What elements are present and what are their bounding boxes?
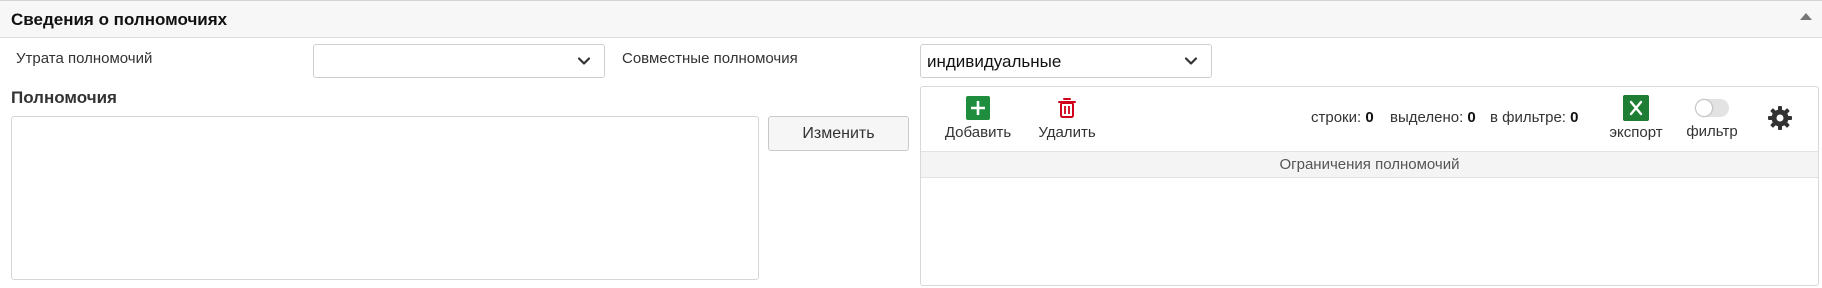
triangle-up-icon[interactable] <box>1800 13 1812 20</box>
rows-count: строки: 0 <box>1311 109 1374 126</box>
add-button[interactable]: Добавить <box>943 96 1013 141</box>
panel-header[interactable]: Сведения о полномочиях <box>0 0 1822 38</box>
filtered-value: 0 <box>1570 109 1579 126</box>
joint-powers-value: индивидуальные <box>927 52 1062 71</box>
excel-icon <box>1623 95 1649 121</box>
delete-button[interactable]: Удалить <box>1036 96 1098 141</box>
filtered-label: в фильтре: <box>1490 109 1566 126</box>
selected-count: выделено: 0 <box>1390 109 1476 126</box>
powers-textarea[interactable] <box>11 116 759 280</box>
panel-title: Сведения о полномочиях <box>11 10 228 29</box>
powers-label: Полномочия <box>11 88 117 107</box>
add-label: Добавить <box>944 124 1012 141</box>
powers-info-panel: Сведения о полномочиях Утрата полномочий… <box>0 0 1822 288</box>
column-header-restrictions[interactable]: Ограничения полномочий <box>921 151 1818 178</box>
export-label: экспорт <box>1609 124 1663 141</box>
loss-of-powers-label: Утрата полномочий <box>16 50 153 67</box>
change-button[interactable]: Изменить <box>768 116 909 151</box>
chevron-down-icon <box>1184 57 1198 65</box>
gear-icon[interactable] <box>1767 105 1793 131</box>
selected-value: 0 <box>1467 109 1476 126</box>
joint-powers-label: Совместные полномочия <box>622 50 798 67</box>
filter-toggle[interactable] <box>1695 99 1729 117</box>
loss-of-powers-select[interactable] <box>313 44 605 78</box>
trash-icon <box>1058 98 1076 118</box>
joint-powers-select[interactable]: индивидуальные <box>920 44 1212 78</box>
filter-label: фильтр <box>1686 123 1738 140</box>
plus-icon <box>966 96 990 120</box>
chevron-down-icon <box>577 57 591 65</box>
rows-label: строки: <box>1311 109 1362 126</box>
filtered-count: в фильтре: 0 <box>1490 109 1579 126</box>
delete-label: Удалить <box>1038 124 1096 141</box>
export-button[interactable]: экспорт <box>1607 95 1665 141</box>
rows-value: 0 <box>1365 109 1374 126</box>
restrictions-grid: Добавить Удалить строки: 0 выделено: 0 в… <box>920 86 1819 286</box>
selected-label: выделено: <box>1390 109 1464 126</box>
toggle-knob <box>1696 100 1712 116</box>
